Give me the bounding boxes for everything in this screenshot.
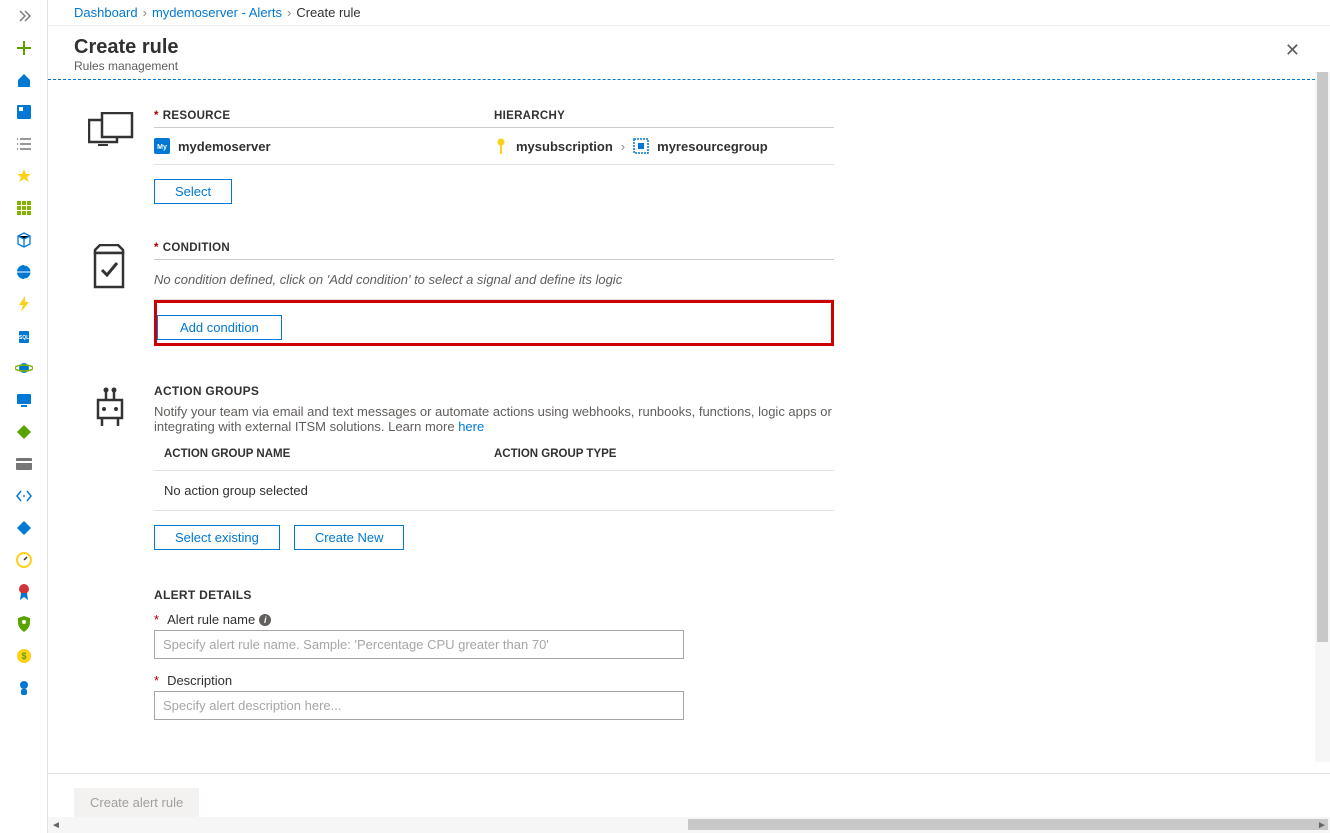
- action-groups-icon: [88, 384, 154, 550]
- bolt-icon[interactable]: [0, 288, 48, 320]
- star-icon[interactable]: [0, 160, 48, 192]
- select-existing-button[interactable]: Select existing: [154, 525, 280, 550]
- monitor-icon[interactable]: [0, 384, 48, 416]
- badge-icon[interactable]: [0, 576, 48, 608]
- alert-description-input[interactable]: [154, 691, 684, 720]
- action-groups-desc: Notify your team via email and text mess…: [154, 404, 834, 434]
- add-condition-button[interactable]: Add condition: [157, 315, 282, 340]
- resource-group-icon: [633, 138, 649, 154]
- page-title: Create rule: [74, 36, 179, 59]
- list-icon[interactable]: [0, 128, 48, 160]
- home-icon[interactable]: [0, 64, 48, 96]
- hierarchy-label: HIERARCHY: [494, 110, 834, 122]
- planet-icon[interactable]: [0, 352, 48, 384]
- svg-text:$: $: [21, 651, 26, 661]
- resource-icon: [88, 110, 154, 204]
- grid-icon[interactable]: [0, 192, 48, 224]
- breadcrumb-alerts[interactable]: mydemoserver - Alerts: [152, 5, 282, 20]
- col-action-group-name: ACTION GROUP NAME: [164, 448, 494, 460]
- close-icon[interactable]: ✕: [1281, 36, 1304, 65]
- action-group-empty: No action group selected: [154, 470, 834, 511]
- key-icon: [494, 138, 508, 154]
- expand-icon[interactable]: [0, 0, 48, 32]
- alert-description-label: Description: [167, 673, 232, 688]
- resource-label: RESOURCE: [163, 110, 231, 122]
- resource-group-name: myresourcegroup: [657, 139, 768, 154]
- gauge-icon[interactable]: [0, 544, 48, 576]
- page-subtitle: Rules management: [74, 59, 179, 73]
- brackets-icon[interactable]: [0, 480, 48, 512]
- card-icon[interactable]: [0, 448, 48, 480]
- vertical-scrollbar[interactable]: [1315, 72, 1330, 762]
- diamond-blue-icon[interactable]: [0, 512, 48, 544]
- breadcrumb: Dashboard › mydemoserver - Alerts › Crea…: [48, 0, 1330, 26]
- cube-icon[interactable]: [0, 224, 48, 256]
- create-new-button[interactable]: Create New: [294, 525, 405, 550]
- svg-text:My: My: [157, 144, 167, 151]
- svg-text:SQL: SQL: [19, 335, 29, 341]
- dashboard-icon[interactable]: [0, 96, 48, 128]
- create-alert-rule-button[interactable]: Create alert rule: [74, 788, 199, 817]
- breadcrumb-dashboard[interactable]: Dashboard: [74, 5, 138, 20]
- horizontal-scrollbar[interactable]: ◄ ►: [48, 817, 1330, 833]
- condition-label: CONDITION: [163, 242, 230, 254]
- select-resource-button[interactable]: Select: [154, 179, 232, 204]
- subscription-name: mysubscription: [516, 139, 613, 154]
- alert-rule-name-label: Alert rule name: [167, 612, 255, 627]
- shield-icon[interactable]: [0, 608, 48, 640]
- col-action-group-type: ACTION GROUP TYPE: [494, 448, 824, 460]
- condition-hint: No condition defined, click on 'Add cond…: [154, 260, 834, 300]
- learn-more-link[interactable]: here: [458, 419, 484, 434]
- resource-name: mydemoserver: [178, 139, 271, 154]
- add-icon[interactable]: [0, 32, 48, 64]
- mysql-server-icon: My: [154, 138, 170, 154]
- sql-icon[interactable]: SQL: [0, 320, 48, 352]
- breadcrumb-current: Create rule: [296, 5, 360, 20]
- support-icon[interactable]: [0, 672, 48, 704]
- alert-details-title: ALERT DETAILS: [154, 588, 834, 602]
- alert-rule-name-input[interactable]: [154, 630, 684, 659]
- diamond-green-icon[interactable]: [0, 416, 48, 448]
- action-groups-title: ACTION GROUPS: [154, 384, 834, 398]
- cost-icon[interactable]: $: [0, 640, 48, 672]
- globe-icon[interactable]: [0, 256, 48, 288]
- info-icon[interactable]: i: [259, 614, 271, 626]
- condition-icon: [88, 242, 154, 346]
